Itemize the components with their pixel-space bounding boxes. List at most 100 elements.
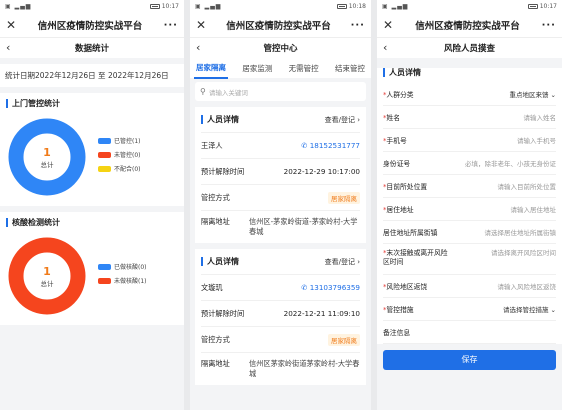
input-field[interactable]: 请输入居住地址	[511, 204, 557, 214]
legend-item[interactable]: 不配合(0)	[98, 164, 141, 173]
search-input[interactable]: ⚲ 请输入关键词	[195, 82, 366, 101]
field-label: *管控措施	[383, 304, 414, 314]
field-label-text: 居住地址所属街镇	[383, 229, 438, 237]
search-placeholder: 请输入关键词	[208, 88, 248, 97]
close-icon[interactable]: ✕	[196, 18, 208, 32]
address-value: 信州区茅家岭街道茅家岭村-大学春城	[249, 359, 360, 378]
status-bar: ▣ ▂▄▆ 10:17	[0, 0, 184, 13]
legend-item[interactable]: 未管控(0)	[98, 150, 141, 159]
address-label: 隔离地址	[201, 359, 230, 368]
field-label: *居住地址	[383, 204, 414, 214]
more-icon[interactable]: ···	[349, 20, 365, 31]
form-field-row[interactable]: *风险地区返饶 请输入风险地区返饶	[383, 275, 556, 298]
page-header: ‹ 管控中心	[190, 37, 371, 58]
form-field-row[interactable]: *居住地址 请输入居住地址	[383, 198, 556, 221]
status-time: 10:17	[161, 3, 179, 10]
input-field[interactable]: 必填，除非老年、小孩无身份证	[465, 158, 556, 168]
view-register-link[interactable]: 查看/登记 ›	[325, 257, 360, 267]
field-label-text: 备注信息	[383, 329, 411, 337]
field-label: *目前所处位置	[383, 181, 427, 191]
chevron-down-icon: ⌄	[548, 91, 556, 99]
donut-total-value: 1	[43, 265, 51, 278]
input-field[interactable]: 请输入风险地区返饶	[498, 281, 557, 291]
person-name: 文璇玑	[201, 282, 223, 292]
form-field-row[interactable]: 身份证号 必填，除非老年、小孩无身份证	[383, 152, 556, 175]
field-value: 请选择管控措施	[502, 306, 549, 314]
view-register-link[interactable]: 查看/登记 ›	[325, 115, 360, 125]
legend-swatch	[98, 151, 111, 158]
field-value: 重点地区来馈	[509, 91, 549, 99]
nucleic-donut-chart: 1 总计	[8, 237, 86, 315]
chevron-down-icon: ⌄	[548, 306, 556, 314]
release-time: 2022-12-21 11:09:10	[283, 309, 360, 318]
field-value: 请输入居住地址	[510, 206, 557, 214]
field-label: *手机号	[383, 135, 407, 145]
date-range[interactable]: 统计日期2022年12月26日 至 2022年12月26日	[0, 64, 184, 87]
form-section-title: 人员详情	[383, 68, 556, 77]
field-label-text: 末次接触或离开风险区时间	[383, 249, 448, 266]
form-field-row[interactable]: *目前所处位置 请输入目前所处位置	[383, 175, 556, 198]
field-value: 请输入姓名	[523, 114, 557, 122]
back-icon[interactable]: ‹	[383, 41, 387, 54]
close-icon[interactable]: ✕	[6, 18, 18, 32]
form-field-row[interactable]: *管控措施 请选择管控措施 ⌄	[383, 298, 556, 321]
input-field[interactable]: 请输入姓名	[524, 112, 557, 122]
visit-legend: 已管控(1) 未管控(0) 不配合(0)	[98, 136, 141, 178]
form-field-row[interactable]: *人群分类 重点地区来馈 ⌄	[383, 83, 556, 106]
select-field[interactable]: 重点地区来馈 ⌄	[509, 89, 556, 99]
field-value: 请输入目前所处位置	[497, 183, 557, 191]
signal-icon: ▣ ▂▄▆	[382, 3, 409, 10]
phone-link[interactable]: ✆ 13103796359	[301, 283, 360, 292]
save-button[interactable]: 保存	[383, 350, 556, 370]
input-field[interactable]: 请选择居住地址所属街镇	[485, 227, 557, 237]
page-title: 数据统计	[74, 44, 109, 54]
field-label: 备注信息	[383, 327, 410, 337]
release-label: 预计解除时间	[201, 166, 245, 176]
legend-item[interactable]: 已做核酸(0)	[98, 262, 147, 271]
tab-no-control[interactable]: 无需管控	[287, 58, 321, 78]
nucleic-test-card: 核酸检测统计 1 总计 已做核酸(0) 未做核酸(1)	[0, 212, 184, 325]
phone-icon: ✆	[301, 283, 310, 292]
more-icon[interactable]: ···	[540, 20, 556, 31]
tab-ended-control[interactable]: 结束管控	[333, 58, 367, 78]
form-field-row[interactable]: *末次接触或离开风险区时间 请选择离开风险区时间	[383, 244, 556, 275]
control-center-screen: ▣ ▂▄▆ 10:18 ✕ 信州区疫情防控实战平台 ··· ‹ 管控中心 居家隔…	[190, 0, 371, 410]
form-field-row[interactable]: *手机号 请输入手机号	[383, 129, 556, 152]
input-field[interactable]: 请输入目前所处位置	[498, 181, 557, 191]
phone-link[interactable]: ✆ 18152531777	[301, 141, 360, 150]
form-field-row[interactable]: 居住地址所属街镇 请选择居住地址所属街镇	[383, 221, 556, 244]
tab-home-isolation[interactable]: 居家隔离	[194, 57, 228, 79]
form-field-row[interactable]: 备注信息	[383, 321, 556, 344]
app-title-bar: ✕ 信州区疫情防控实战平台 ···	[377, 13, 562, 37]
app-title-bar: ✕ 信州区疫情防控实战平台 ···	[0, 13, 184, 37]
signal-icon: ▣ ▂▄▆	[195, 3, 222, 10]
visit-control-card: 上门管控统计 1 总计 已管控(1) 未管控(0) 不配合(0)	[0, 93, 184, 206]
page-header: ‹ 数据统计	[0, 37, 184, 58]
mode-tag: 居家隔离	[328, 333, 360, 346]
legend-label: 已管控(1)	[114, 138, 141, 145]
battery-icon	[149, 4, 160, 9]
screens: ▣ ▂▄▆ 10:17 ✕ 信州区疫情防控实战平台 ··· ‹ 数据统计 统计日…	[0, 0, 562, 410]
close-icon[interactable]: ✕	[383, 18, 395, 32]
tab-bar: 居家隔离 居家监测 无需管控 结束管控	[190, 57, 371, 79]
form-field-row[interactable]: *姓名 请输入姓名	[383, 106, 556, 129]
legend-item[interactable]: 未做核酸(1)	[98, 276, 147, 285]
legend-item[interactable]: 已管控(1)	[98, 136, 141, 145]
back-icon[interactable]: ‹	[196, 41, 200, 54]
card-title: 人员详情	[201, 115, 239, 124]
more-icon[interactable]: ···	[162, 20, 178, 31]
page-title: 风险人员摸查	[443, 44, 495, 54]
visit-donut-chart: 1 总计	[8, 118, 86, 196]
legend-label: 已做核酸(0)	[114, 264, 147, 271]
field-label: 居住地址所属街镇	[383, 227, 437, 237]
status-bar: ▣ ▂▄▆ 10:17	[377, 0, 562, 13]
app-title: 信州区疫情防控实战平台	[226, 21, 331, 32]
field-label-text: 姓名	[386, 114, 400, 122]
input-field[interactable]: 请输入手机号	[517, 135, 556, 145]
app-title: 信州区疫情防控实战平台	[37, 21, 143, 32]
select-field[interactable]: 请选择管控措施 ⌄	[503, 304, 556, 314]
tab-home-monitoring[interactable]: 居家监测	[240, 58, 274, 78]
input-field[interactable]: 请选择离开风险区时间	[456, 249, 556, 258]
field-label: *姓名	[383, 112, 400, 122]
back-icon[interactable]: ‹	[6, 41, 10, 54]
